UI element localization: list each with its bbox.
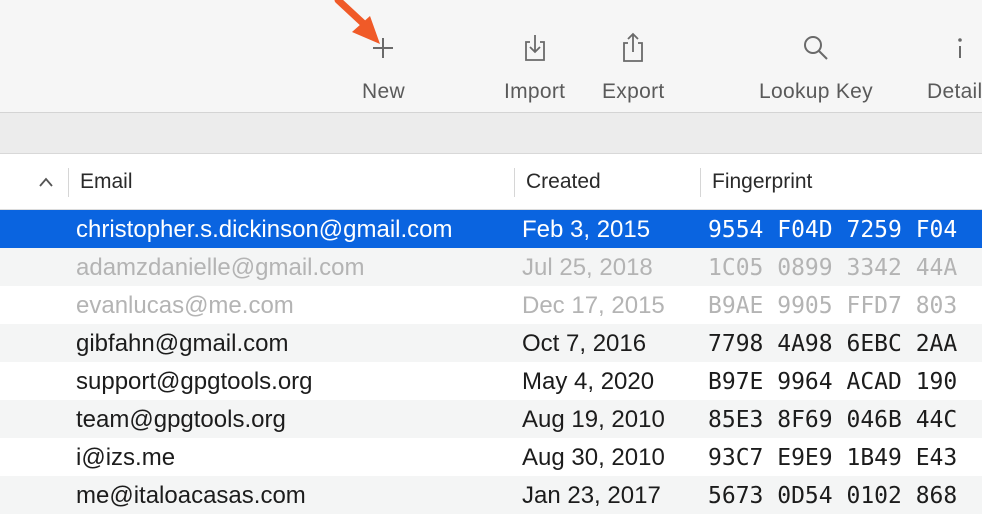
column-divider[interactable] [700, 168, 701, 197]
fingerprint-cell: 7798 4A98 6EBC 2AA [708, 331, 958, 357]
export-button-label: Export [602, 80, 665, 103]
fingerprint-cell: 93C7 E9E9 1B49 E43 [708, 445, 958, 471]
import-button[interactable]: Import [504, 26, 565, 104]
email-cell: me@italoacasas.com [76, 482, 306, 509]
fingerprint-cell: 5673 0D54 0102 868 [708, 483, 958, 509]
email-cell: i@izs.me [76, 444, 176, 471]
email-cell: support@gpgtools.org [76, 368, 313, 395]
created-cell: May 4, 2020 [522, 368, 655, 395]
export-icon [620, 26, 646, 70]
import-button-label: Import [504, 80, 566, 103]
info-icon [953, 26, 967, 70]
table-header: Email Created Fingerprint [0, 154, 982, 210]
table-row[interactable]: team@gpgtools.org Aug 19, 2010 85E3 8F69… [0, 400, 982, 438]
annotation-arrow-icon [334, 0, 380, 44]
magnifier-icon [802, 26, 830, 70]
table-row-selected[interactable]: christopher.s.dickinson@gmail.com Feb 3,… [0, 210, 982, 248]
fingerprint-cell: B9AE 9905 FFD7 803 [708, 293, 958, 319]
toolbar: New Import Export Lookup Key Detail [0, 0, 982, 113]
fingerprint-cell: 9554 F04D 7259 F04 [708, 217, 958, 243]
export-button[interactable]: Export [602, 26, 665, 104]
filter-bar [0, 113, 982, 154]
table-row[interactable]: adamzdanielle@gmail.com Jul 25, 2018 1C0… [0, 248, 982, 286]
sort-indicator-icon[interactable] [38, 154, 54, 209]
table-row[interactable]: i@izs.me Aug 30, 2010 93C7 E9E9 1B49 E43 [0, 438, 982, 476]
lookup-key-button[interactable]: Lookup Key [759, 26, 873, 104]
details-button[interactable]: Details [927, 26, 982, 104]
created-cell: Aug 30, 2010 [522, 444, 665, 471]
fingerprint-cell: 1C05 0899 3342 44A [708, 255, 958, 281]
created-cell: Feb 3, 2015 [522, 216, 651, 243]
column-divider[interactable] [68, 168, 69, 197]
created-cell: Jan 23, 2017 [522, 482, 661, 509]
table-row[interactable]: gibfahn@gmail.com Oct 7, 2016 7798 4A98 … [0, 324, 982, 362]
created-cell: Aug 19, 2010 [522, 406, 665, 433]
email-cell: gibfahn@gmail.com [76, 330, 289, 357]
import-icon [522, 26, 548, 70]
fingerprint-cell: B97E 9964 ACAD 190 [708, 369, 958, 395]
created-cell: Jul 25, 2018 [522, 254, 653, 281]
table-row[interactable]: support@gpgtools.org May 4, 2020 B97E 99… [0, 362, 982, 400]
email-cell: christopher.s.dickinson@gmail.com [76, 216, 453, 243]
column-header-fingerprint[interactable]: Fingerprint [712, 154, 812, 209]
table-row[interactable]: me@italoacasas.com Jan 23, 2017 5673 0D5… [0, 476, 982, 514]
email-cell: evanlucas@me.com [76, 292, 294, 319]
email-cell: team@gpgtools.org [76, 406, 286, 433]
table-row[interactable]: evanlucas@me.com Dec 17, 2015 B9AE 9905 … [0, 286, 982, 324]
fingerprint-cell: 85E3 8F69 046B 44C [708, 407, 958, 433]
details-button-label: Details [927, 80, 982, 103]
column-header-email[interactable]: Email [80, 154, 133, 209]
key-table: christopher.s.dickinson@gmail.com Feb 3,… [0, 210, 982, 514]
created-cell: Dec 17, 2015 [522, 292, 665, 319]
lookup-key-button-label: Lookup Key [759, 80, 873, 103]
new-button-label: New [362, 80, 405, 103]
column-divider[interactable] [514, 168, 515, 197]
column-header-created[interactable]: Created [526, 154, 601, 209]
email-cell: adamzdanielle@gmail.com [76, 254, 365, 281]
created-cell: Oct 7, 2016 [522, 330, 647, 357]
